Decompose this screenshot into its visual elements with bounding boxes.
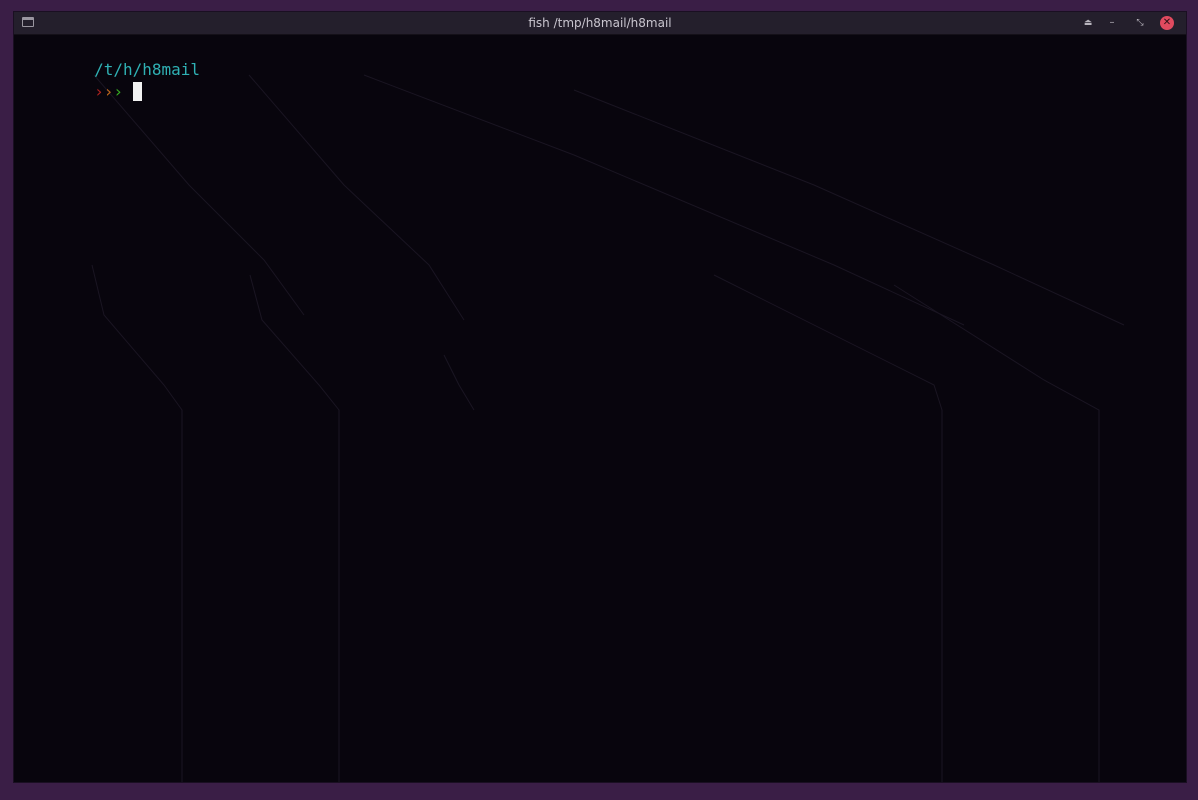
bg-line bbox=[443, 354, 475, 411]
desktop-frame: fish /tmp/h8mail/h8mail ⏏ – ⤡ ✕ /t/h/h8m… bbox=[0, 0, 1198, 800]
bg-line bbox=[249, 274, 340, 782]
terminal-window[interactable]: fish /tmp/h8mail/h8mail ⏏ – ⤡ ✕ /t/h/h8m… bbox=[14, 12, 1186, 782]
title-bar[interactable]: fish /tmp/h8mail/h8mail ⏏ – ⤡ ✕ bbox=[14, 12, 1186, 35]
window-title: fish /tmp/h8mail/h8mail bbox=[528, 16, 672, 30]
terminal-area[interactable]: /t/h/h8mail ››› bbox=[14, 35, 1186, 782]
prompt-arrow-green: › bbox=[113, 82, 123, 101]
prompt-cwd: /t/h/h8mail bbox=[94, 60, 201, 79]
shell-prompt[interactable]: /t/h/h8mail ››› bbox=[17, 37, 200, 101]
close-icon[interactable]: ✕ bbox=[1160, 16, 1174, 30]
prompt-arrow-orange: › bbox=[103, 82, 114, 101]
bg-line bbox=[363, 74, 965, 326]
restore-icon[interactable]: ⤡ bbox=[1132, 15, 1148, 31]
background-wallpaper-lines bbox=[91, 74, 1125, 782]
text-cursor bbox=[132, 82, 142, 101]
bg-line bbox=[91, 264, 183, 782]
eject-icon[interactable]: ⏏ bbox=[1080, 15, 1096, 31]
bg-line bbox=[93, 74, 305, 316]
minimize-icon[interactable]: – bbox=[1104, 15, 1120, 31]
bg-line bbox=[713, 274, 943, 782]
prompt-arrow-red: › bbox=[94, 82, 104, 101]
bg-line bbox=[893, 284, 1100, 782]
bg-line bbox=[573, 89, 1125, 326]
